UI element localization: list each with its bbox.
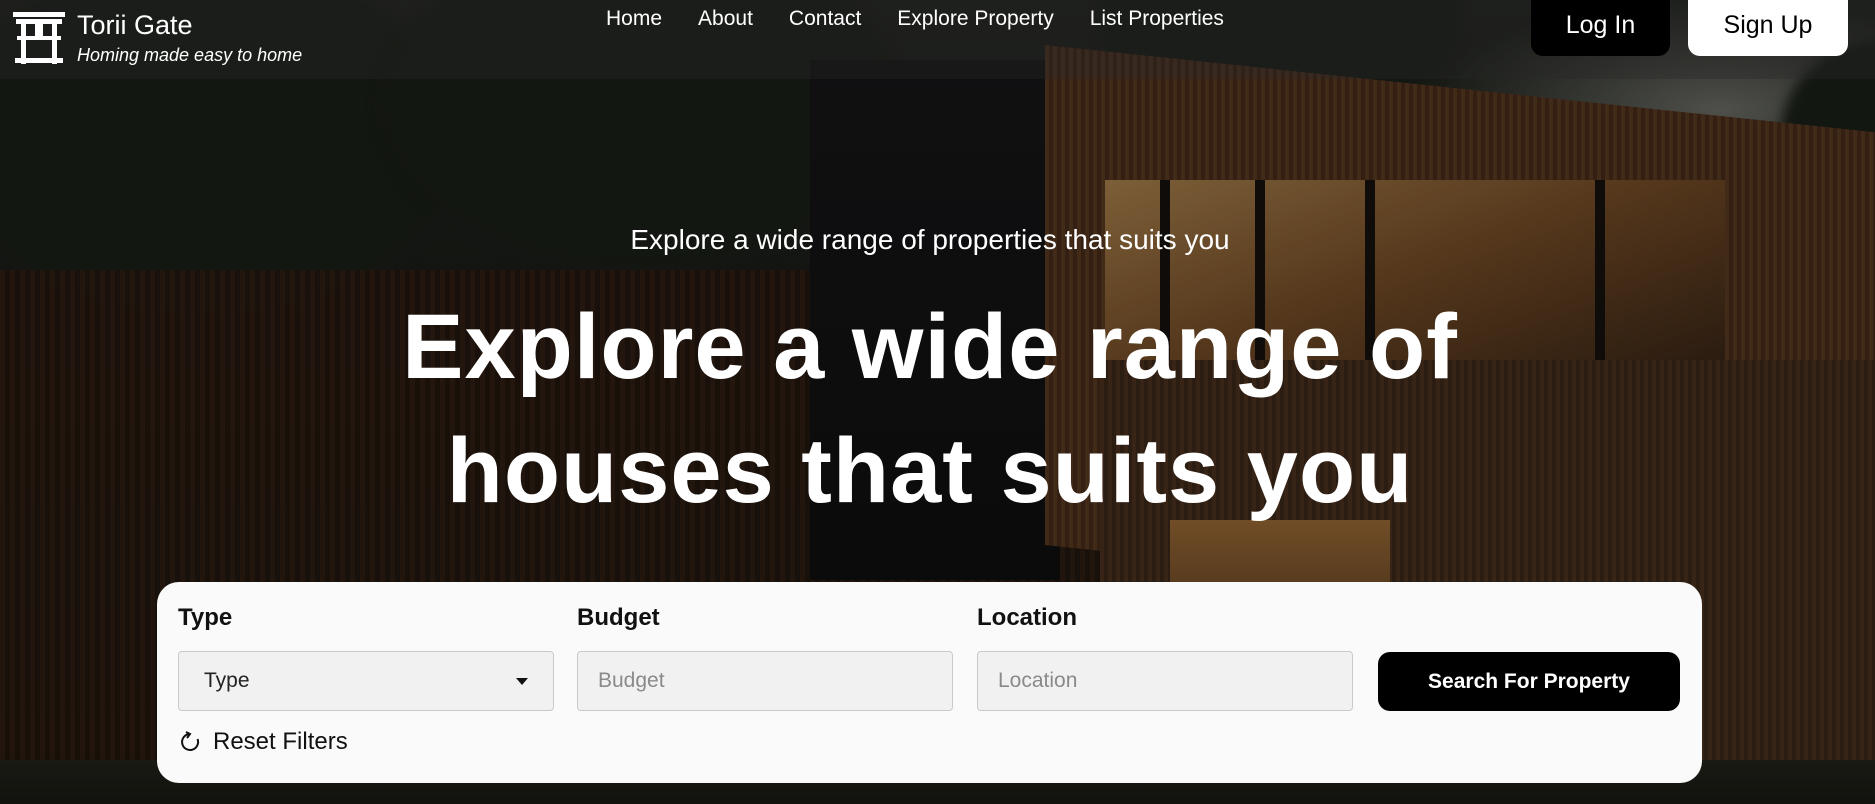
torii-gate-icon — [13, 12, 65, 64]
location-label: Location — [977, 604, 1077, 631]
location-input[interactable] — [996, 668, 1352, 694]
brand-text: Torii Gate Homing made easy to home — [77, 10, 302, 67]
main-nav: Home About Contact Explore Property List… — [606, 4, 1224, 34]
reset-filters-button[interactable]: Reset Filters — [179, 728, 348, 756]
nav-item-contact[interactable]: Contact — [789, 4, 861, 34]
location-field-wrapper — [977, 651, 1353, 711]
hero-headline: Explore a wide range of houses that suit… — [402, 296, 1458, 522]
type-label: Type — [178, 604, 233, 631]
top-navbar: Torii Gate Homing made easy to home Home… — [0, 0, 1875, 79]
nav-item-list-properties[interactable]: List Properties — [1090, 4, 1224, 34]
nav-item-about[interactable]: About — [698, 4, 753, 34]
brand[interactable]: Torii Gate Homing made easy to home — [13, 10, 302, 67]
brand-tagline: Homing made easy to home — [77, 45, 303, 65]
type-selected-value: Type — [204, 669, 250, 692]
type-select[interactable]: Type — [178, 651, 554, 711]
login-button[interactable]: Log In — [1531, 0, 1670, 56]
property-search-card: Type Type Budget Location Search For Pro… — [157, 582, 1702, 783]
budget-field-wrapper — [577, 651, 953, 711]
caret-down-icon — [516, 678, 528, 685]
search-property-button[interactable]: Search For Property — [1378, 652, 1680, 711]
hero-subheading: Explore a wide range of properties that … — [630, 224, 1230, 255]
signup-button[interactable]: Sign Up — [1688, 0, 1848, 56]
reset-filters-label: Reset Filters — [213, 728, 348, 755]
nav-item-explore-property[interactable]: Explore Property — [897, 4, 1053, 34]
brand-name: Torii Gate — [77, 10, 193, 40]
refresh-icon — [181, 731, 200, 751]
nav-item-home[interactable]: Home — [606, 4, 662, 34]
budget-label: Budget — [577, 604, 660, 631]
budget-input[interactable] — [596, 668, 952, 694]
